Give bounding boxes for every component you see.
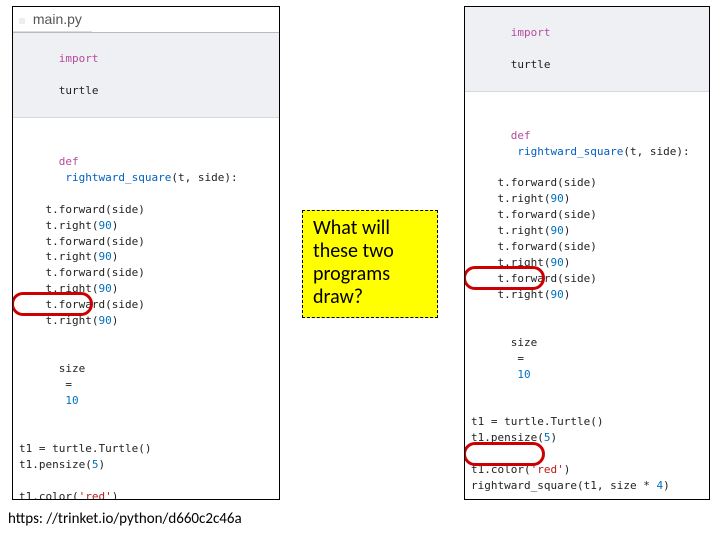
import-line-right: import turtle <box>465 7 709 92</box>
kw-import: import <box>59 52 99 65</box>
right-code-panel: import turtle def rightward_square(t, si… <box>464 6 710 500</box>
question-line-4: draw? <box>313 286 427 309</box>
tab-bar: main.py <box>13 7 279 33</box>
mod-turtle: turtle <box>59 84 99 97</box>
question-box: What will these two programs draw? <box>302 210 438 318</box>
import-line-left: import turtle <box>13 33 279 118</box>
file-tab-label: main.py <box>33 11 82 27</box>
question-line-2: these two <box>313 240 427 263</box>
size-assignment-left: size = 10 <box>19 345 273 425</box>
left-code-body: def rightward_square(t, side): t.forward… <box>13 118 279 500</box>
question-line-3: programs <box>313 263 427 286</box>
file-icon <box>19 18 25 24</box>
right-code-body: def rightward_square(t, side): t.forward… <box>465 92 709 500</box>
size-assignment-right-a: size = 10 <box>471 319 703 399</box>
question-line-1: What will <box>313 217 427 240</box>
source-url: https: //trinket.io/python/d660c2c46a <box>8 510 242 528</box>
left-code-panel: main.py import turtle def rightward_squa… <box>12 6 280 500</box>
file-tab[interactable]: main.py <box>13 7 92 32</box>
def-line: def rightward_square(t, side): <box>19 138 273 202</box>
